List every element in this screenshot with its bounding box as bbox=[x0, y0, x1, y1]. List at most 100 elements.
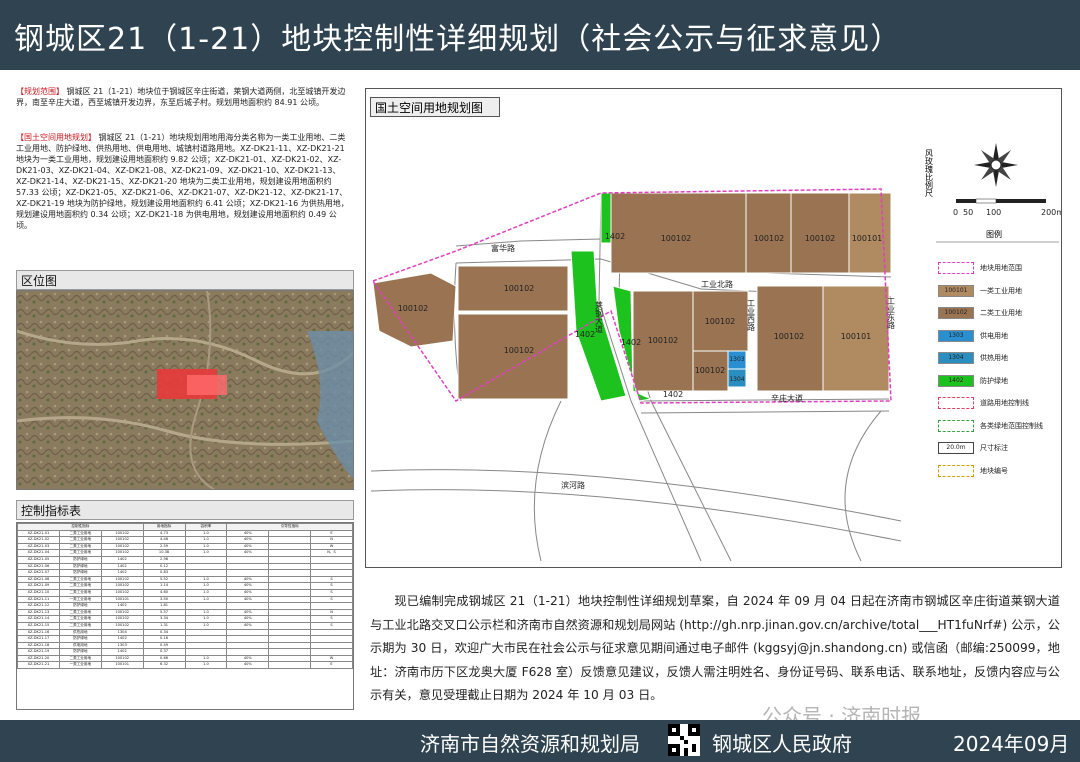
landuse-text: 钢城区 21（1-21）地块规划用地用海分类名称为一类工业用地、二类工业用地、防… bbox=[16, 133, 349, 230]
table-cell: 2.59 bbox=[142, 542, 186, 551]
footer-bar: 济南市自然资源和规划局 钢城区人民政府 2024年09月 bbox=[0, 720, 1080, 762]
table-cell bbox=[310, 569, 353, 577]
table-cell: 防护绿地 bbox=[58, 648, 102, 656]
table-row: XZ-DK21-09 二类工业用地 100102 1.14 1.0 40% S bbox=[17, 582, 353, 590]
table-cell: 40% bbox=[226, 608, 270, 617]
table-cell: 100102 bbox=[100, 588, 144, 597]
table-cell: 1.0 bbox=[184, 536, 228, 544]
table-cell: 0.16 bbox=[142, 635, 186, 643]
public-notice: 现已编制完成钢城区 21（1-21）地块控制性详细规划草案，自 2024 年 0… bbox=[370, 594, 1060, 702]
table-cell: XZ-DK21-10 bbox=[17, 588, 60, 597]
table-cell: 1.0 bbox=[184, 661, 228, 670]
control-table-title: 控制指标表 bbox=[16, 500, 354, 520]
table-cell: 1.0 bbox=[184, 621, 228, 630]
legend-label: 供电用地 bbox=[980, 331, 1008, 340]
table-cell bbox=[268, 549, 312, 557]
table-cell: 二类工业用地 bbox=[58, 536, 102, 544]
table-cell: 1303 bbox=[100, 641, 144, 650]
table-cell: 40% bbox=[226, 621, 270, 630]
legend-swatch: 20.0m bbox=[938, 442, 974, 454]
table-row: XZ-DK21-21 一类工业用地 100101 6.32 1.0 40% E bbox=[17, 661, 353, 670]
table-cell bbox=[268, 575, 312, 584]
table-cell bbox=[310, 641, 353, 650]
legend-label: 一类工业用地 bbox=[980, 286, 1022, 295]
table-cell: XZ-DK21-05 bbox=[17, 555, 60, 564]
table-cell: 0.37 bbox=[142, 648, 186, 656]
road-label: 滨河路 bbox=[561, 480, 585, 490]
parcel-code: 100101 bbox=[852, 234, 883, 243]
table-cell: 40% bbox=[226, 654, 270, 663]
legend-swatch: 100101 bbox=[938, 284, 974, 297]
table-cell bbox=[268, 628, 312, 637]
scale-tick: 50 bbox=[963, 208, 973, 217]
table-cell: XZ-DK21-11 bbox=[17, 595, 60, 604]
legend-swatch: 1402 bbox=[938, 374, 974, 387]
table-cell: 1402 bbox=[100, 569, 144, 577]
location-map bbox=[16, 290, 354, 490]
legend-label: 尺寸标注 bbox=[980, 444, 1008, 452]
table-cell: 1402 bbox=[100, 562, 144, 571]
footer-org1: 济南市自然资源和规划局 bbox=[420, 732, 640, 756]
table-cell: 40% bbox=[226, 575, 270, 584]
table-cell: 1402 bbox=[100, 648, 144, 656]
table-group-header: 容积率 bbox=[184, 523, 228, 531]
legend-swatch bbox=[938, 464, 974, 477]
table-cell: 1.0 bbox=[184, 575, 228, 584]
table-cell: XZ-DK21-21 bbox=[17, 661, 60, 670]
parcel-code: 100102 bbox=[705, 317, 736, 326]
legend-swatch bbox=[938, 419, 974, 432]
parcel-code: 100102 bbox=[695, 366, 726, 375]
location-map-title: 区位图 bbox=[16, 270, 354, 290]
table-cell bbox=[226, 635, 270, 643]
legend-swatch: 1304 bbox=[938, 352, 974, 364]
scope-text: 钢城区 21（1-21）地块位于钢城区辛庄街道，莱钢大道两侧，北至城镇开发边界，… bbox=[16, 87, 346, 107]
table-cell bbox=[268, 608, 312, 617]
table-cell: 二类工业用地 bbox=[58, 575, 102, 584]
table-cell: 1.0 bbox=[184, 542, 228, 551]
table-cell bbox=[310, 648, 353, 656]
table-cell: XZ-DK21-12 bbox=[17, 602, 60, 610]
parcel-code: 100102 bbox=[661, 234, 692, 243]
table-cell: 防护绿地 bbox=[58, 555, 102, 564]
table-row: XZ-DK21-18 供电用地 1303 0.49 bbox=[17, 641, 353, 650]
table-cell bbox=[184, 635, 228, 643]
table-cell: 1.0 bbox=[184, 549, 228, 557]
table-cell: 防护绿地 bbox=[58, 602, 102, 610]
table-cell: W bbox=[310, 654, 353, 663]
table-cell: S bbox=[310, 595, 353, 604]
table-cell: XZ-DK21-02 bbox=[17, 536, 60, 544]
table-cell: 1304 bbox=[100, 628, 144, 637]
parcel-code: 1402 bbox=[605, 232, 625, 241]
road-label: 工业北路 bbox=[701, 279, 733, 289]
table-cell: 3.34 bbox=[142, 615, 186, 623]
table-cell: 1.0 bbox=[184, 529, 228, 538]
table-cell: 0.49 bbox=[142, 641, 186, 650]
table-cell bbox=[268, 615, 312, 623]
table-cell: 1402 bbox=[100, 602, 144, 610]
table-cell: XZ-DK21-15 bbox=[17, 621, 60, 630]
table-cell: 供电用地 bbox=[58, 641, 102, 650]
parcel-code: 1402 bbox=[575, 330, 595, 339]
table-cell: 0.83 bbox=[142, 569, 186, 577]
table-row: XZ-DK21-11 一类工业用地 100101 3.50 1.0 40% S bbox=[17, 595, 353, 604]
table-cell: 4.73 bbox=[142, 529, 186, 538]
table-cell: E bbox=[310, 661, 353, 670]
table-row: XZ-DK21-10 二类工业用地 100102 4.60 1.0 40% S bbox=[17, 588, 353, 597]
parcel-code: 100102 bbox=[754, 234, 785, 243]
table-cell: 0.12 bbox=[142, 562, 186, 571]
location-map-image bbox=[17, 291, 353, 489]
table-cell: 二类工业用地 bbox=[58, 621, 102, 630]
table-cell: 二类工业用地 bbox=[58, 615, 102, 623]
footer-date: 2024年09月 bbox=[953, 732, 1070, 756]
table-cell: N、S bbox=[310, 549, 353, 557]
table-cell: 100102 bbox=[100, 549, 144, 557]
legend-swatch: 1303 bbox=[938, 329, 974, 342]
table-cell: 40% bbox=[226, 536, 270, 544]
table-cell: 防护绿地 bbox=[58, 569, 102, 577]
table-cell: 100102 bbox=[100, 542, 144, 551]
parcel-code: 100102 bbox=[504, 346, 535, 355]
table-cell: 100102 bbox=[100, 615, 144, 623]
table-row: XZ-DK21-05 防护绿地 1402 2.98 bbox=[17, 555, 353, 564]
table-cell: W bbox=[310, 542, 353, 551]
table-row: XZ-DK21-15 二类工业用地 100102 1.31 1.0 40% S bbox=[17, 621, 353, 630]
